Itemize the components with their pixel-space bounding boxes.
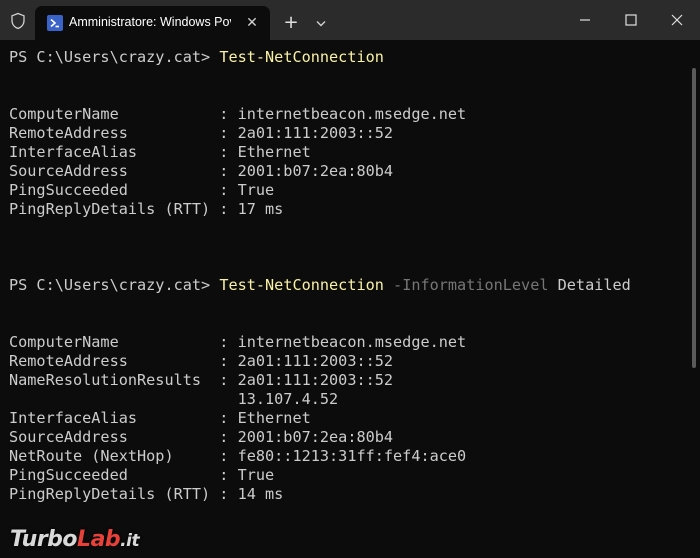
terminal-window: Amministratore: Windows Pov ✕ + PS C:\Us… [0, 0, 700, 558]
output-line: RemoteAddress : 2a01:111:2003::52 [9, 352, 394, 370]
plus-icon[interactable]: + [280, 12, 302, 34]
tab-title: Amministratore: Windows Pov [69, 15, 231, 29]
maximize-icon[interactable] [608, 0, 654, 40]
output-line: InterfaceAlias : Ethernet [9, 409, 311, 427]
command-line-2: PS C:\Users\crazy.cat> Test-NetConnectio… [9, 276, 631, 295]
title-bar: Amministratore: Windows Pov ✕ + [0, 0, 700, 40]
chevron-down-icon[interactable] [310, 12, 332, 34]
close-icon[interactable]: ✕ [242, 13, 262, 33]
output-line: 13.107.4.52 [9, 390, 339, 408]
output-line: ComputerName : internetbeacon.msedge.net [9, 105, 467, 123]
output-line: PingSucceeded : True [9, 181, 275, 199]
terminal-output[interactable]: PS C:\Users\crazy.cat> Test-NetConnectio… [0, 40, 688, 558]
output-line: PingReplyDetails (RTT) : 17 ms [9, 200, 284, 218]
output-line: SourceAddress : 2001:b07:2ea:80b4 [9, 162, 394, 180]
prompt: PS C:\Users\crazy.cat> [9, 48, 220, 66]
watermark-text-suffix: .it [120, 531, 140, 551]
shield-icon [9, 12, 27, 30]
watermark-logo: TurboLab.it [10, 527, 140, 552]
output-line: InterfaceAlias : Ethernet [9, 143, 311, 161]
output-line: NetRoute (NextHop) : fe80::1213:31ff:fef… [9, 447, 467, 465]
output-line: PingSucceeded : True [9, 466, 275, 484]
parameter: -InformationLevel [383, 276, 549, 294]
prompt: PS C:\Users\crazy.cat> [9, 276, 220, 294]
tab-powershell[interactable]: Amministratore: Windows Pov ✕ [35, 6, 270, 40]
output-line: PingReplyDetails (RTT) : 14 ms [9, 485, 284, 503]
close-window-icon[interactable] [654, 0, 700, 40]
watermark-text: Turbo [10, 527, 78, 552]
output-line: ComputerName : internetbeacon.msedge.net [9, 333, 467, 351]
powershell-icon [47, 15, 63, 31]
minimize-icon[interactable] [562, 0, 608, 40]
command: Test-NetConnection [219, 276, 384, 294]
scrollbar[interactable] [691, 40, 697, 558]
watermark-text-accent: Lab [77, 527, 121, 552]
output-line: RemoteAddress : 2a01:111:2003::52 [9, 124, 394, 142]
command-line-1: PS C:\Users\crazy.cat> Test-NetConnectio… [9, 48, 384, 67]
output-line: SourceAddress : 2001:b07:2ea:80b4 [9, 428, 394, 446]
command: Test-NetConnection [219, 48, 384, 66]
scrollbar-thumb[interactable] [692, 68, 696, 368]
argument: Detailed [548, 276, 631, 294]
output-line: NameResolutionResults : 2a01:111:2003::5… [9, 371, 394, 389]
